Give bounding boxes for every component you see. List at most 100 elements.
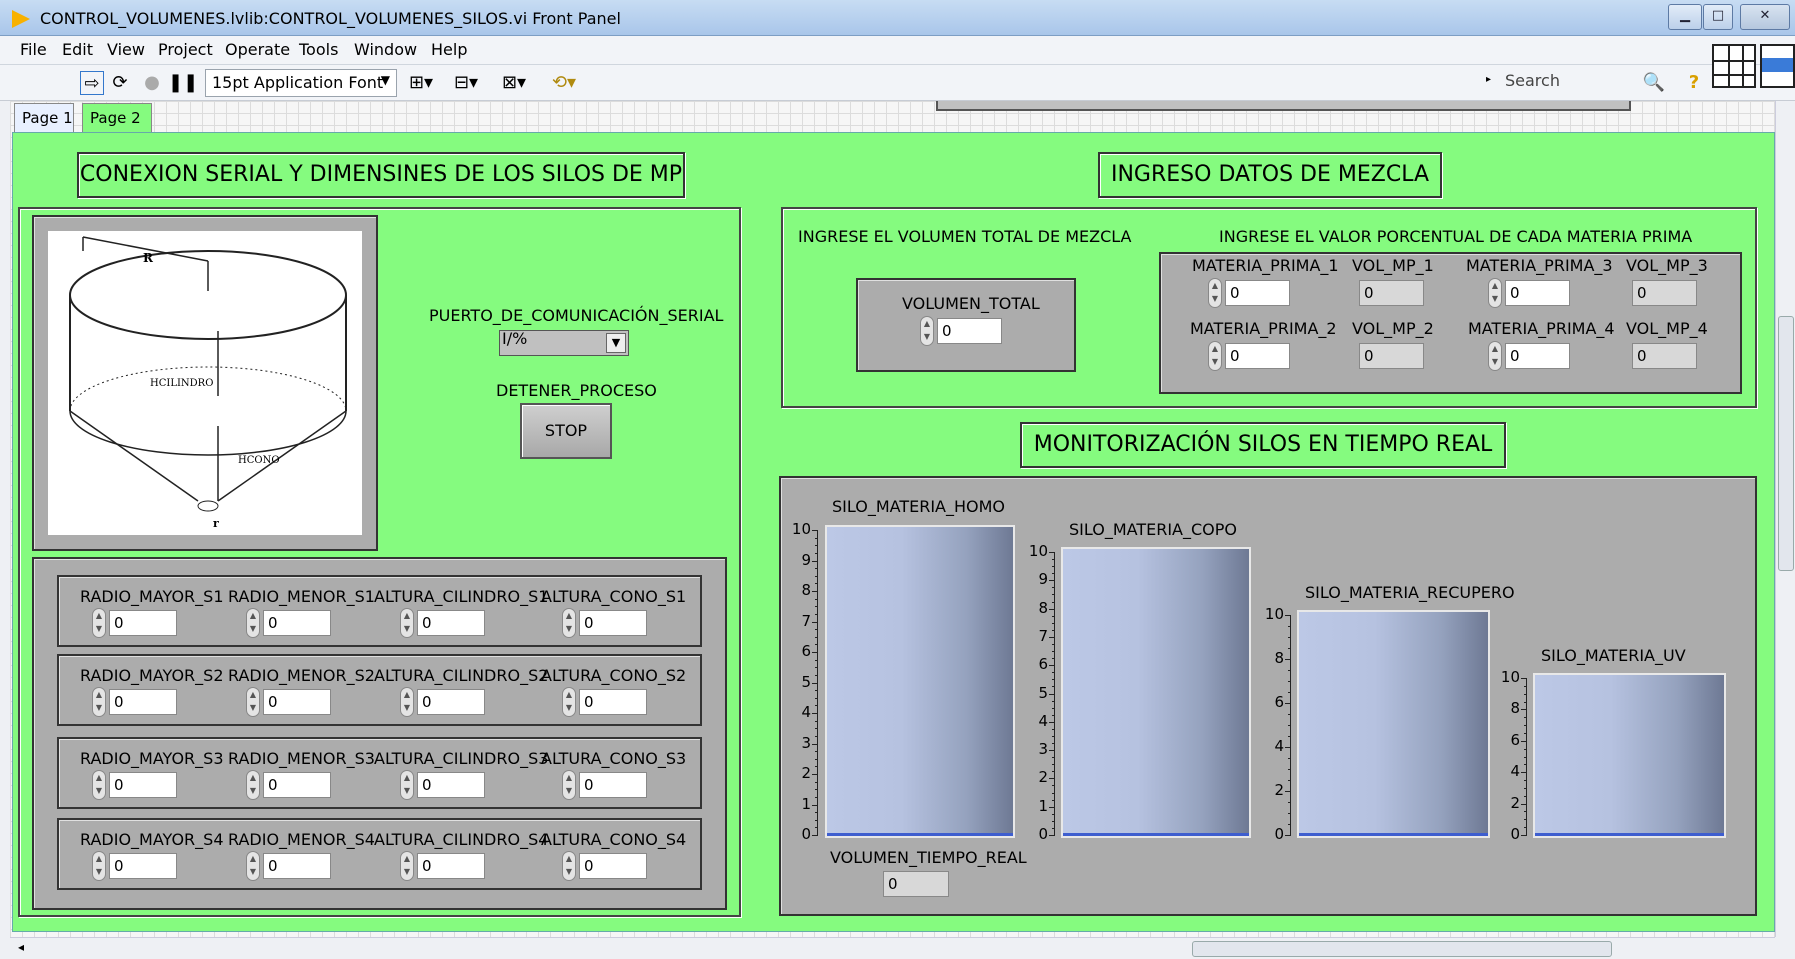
- silo-4-field-input[interactable]: 0: [263, 853, 331, 879]
- silo-1-spinner[interactable]: ▲ ▼: [400, 608, 414, 638]
- silo-4-spinner[interactable]: ▲ ▼: [400, 851, 414, 881]
- tank-3-tick: [1285, 659, 1291, 660]
- help-icon[interactable]: ?: [1682, 71, 1706, 95]
- stop-button[interactable]: STOP: [520, 403, 612, 459]
- silo-2-spinner[interactable]: ▲ ▼: [246, 687, 260, 717]
- menu-window[interactable]: Window: [354, 40, 417, 59]
- materia-prima-3-input[interactable]: 0: [1505, 280, 1570, 306]
- menu-file[interactable]: File: [20, 40, 47, 59]
- silo-3-field-input[interactable]: 0: [417, 772, 485, 798]
- serial-port-select[interactable]: I/% ▼: [499, 329, 629, 356]
- menu-project[interactable]: Project: [158, 40, 213, 59]
- silo-1-field-input[interactable]: 0: [417, 610, 485, 636]
- scroll-left-icon[interactable]: ◂: [18, 940, 24, 954]
- menu-view[interactable]: View: [107, 40, 145, 59]
- menu-edit[interactable]: Edit: [62, 40, 93, 59]
- silo-3-spinner[interactable]: ▲ ▼: [246, 770, 260, 800]
- silo-2-field-input[interactable]: 0: [579, 689, 647, 715]
- tank-2-minor-tick: [1052, 623, 1055, 624]
- materia-prima-2-input[interactable]: 0: [1225, 343, 1290, 369]
- silo-1-spinner[interactable]: ▲ ▼: [246, 608, 260, 638]
- tank-1-tick-label: 4: [801, 703, 811, 721]
- tank-4-minor-tick: [1524, 702, 1527, 703]
- materia-prima-1-input[interactable]: 0: [1225, 280, 1290, 306]
- silo-1-field-input[interactable]: 0: [579, 610, 647, 636]
- silo-1-field-input[interactable]: 0: [109, 610, 177, 636]
- tank-2-name: SILO_MATERIA_COPO: [1069, 520, 1237, 539]
- tank-2-tick: [1049, 835, 1055, 836]
- silo-3-spinner[interactable]: ▲ ▼: [400, 770, 414, 800]
- reorder-icon[interactable]: ⟲▾: [548, 71, 580, 95]
- abort-icon[interactable]: ●: [140, 71, 164, 95]
- silo-2-field-label: RADIO_MAYOR_S2: [80, 666, 224, 685]
- menu-help[interactable]: Help: [431, 40, 467, 59]
- silo-4-field-input[interactable]: 0: [417, 853, 485, 879]
- materia-prima-1-spinner[interactable]: ▲ ▼: [1208, 278, 1222, 308]
- silo-4-field-input[interactable]: 0: [579, 853, 647, 879]
- silo-4-spinner[interactable]: ▲ ▼: [92, 851, 106, 881]
- distribute-objects-icon[interactable]: ⊟▾: [450, 71, 482, 95]
- font-select[interactable]: 15pt Application Font ▼: [205, 69, 397, 97]
- silo-4-spinner[interactable]: ▲ ▼: [562, 851, 576, 881]
- silo-3-spinner[interactable]: ▲ ▼: [562, 770, 576, 800]
- vertical-scrollbar[interactable]: [1775, 101, 1795, 937]
- chevron-down-icon[interactable]: ▼: [606, 333, 626, 353]
- silo-1-spinner[interactable]: ▲ ▼: [92, 608, 106, 638]
- vertical-scroll-thumb[interactable]: [1778, 316, 1794, 571]
- tank-1-tick-label: 6: [801, 642, 811, 660]
- tank-2-tick-label: 10: [1028, 542, 1048, 560]
- tank-1-minor-tick: [815, 759, 818, 760]
- silo-2-field-input[interactable]: 0: [263, 689, 331, 715]
- pause-icon[interactable]: ❚❚: [168, 71, 198, 95]
- tank-4-tick: [1521, 835, 1527, 836]
- vol-total-input[interactable]: 0: [937, 318, 1002, 344]
- search-icon[interactable]: 🔍: [1642, 71, 1666, 95]
- materia-prima-3-spinner[interactable]: ▲ ▼: [1488, 278, 1502, 308]
- tab-page-2[interactable]: Page 2: [82, 103, 152, 135]
- silo-3-field-input[interactable]: 0: [263, 772, 331, 798]
- align-objects-icon[interactable]: ⊞▾: [405, 71, 437, 95]
- tank-1-tick-label: 2: [801, 764, 811, 782]
- vol-total-spinner[interactable]: ▲ ▼: [920, 316, 934, 346]
- silo-4-spinner[interactable]: ▲ ▼: [246, 851, 260, 881]
- run-arrow-icon[interactable]: ⇨: [80, 71, 104, 95]
- materia-prima-4-input[interactable]: 0: [1505, 343, 1570, 369]
- silo-1-field-input[interactable]: 0: [263, 610, 331, 636]
- silo-1-spinner[interactable]: ▲ ▼: [562, 608, 576, 638]
- tank-2-minor-tick: [1052, 651, 1055, 652]
- tank-4-tick: [1521, 804, 1527, 805]
- tank-2-minor-tick: [1052, 708, 1055, 709]
- minimize-icon[interactable]: ▁: [1668, 4, 1702, 30]
- silo-3-field-input[interactable]: 0: [109, 772, 177, 798]
- tank-2-tick-label: 8: [1038, 599, 1048, 617]
- tank-1-minor-tick: [815, 789, 818, 790]
- tank-2-minor-tick: [1052, 785, 1055, 786]
- silo-3-spinner[interactable]: ▲ ▼: [92, 770, 106, 800]
- run-continuously-icon[interactable]: ⟳: [108, 71, 132, 95]
- tank-4-minor-tick: [1524, 819, 1527, 820]
- silo-3-field-input[interactable]: 0: [579, 772, 647, 798]
- close-icon[interactable]: ✕: [1740, 4, 1790, 30]
- tab-page-1[interactable]: Page 1: [14, 103, 74, 133]
- resize-objects-icon[interactable]: ⊠▾: [498, 71, 530, 95]
- silo-2-spinner[interactable]: ▲ ▼: [400, 687, 414, 717]
- menu-tools[interactable]: Tools: [299, 40, 338, 59]
- materia-prima-4-spinner[interactable]: ▲ ▼: [1488, 341, 1502, 371]
- menu-operate[interactable]: Operate: [225, 40, 290, 59]
- tank-2-minor-tick: [1052, 566, 1055, 567]
- silo-4-field-input[interactable]: 0: [109, 853, 177, 879]
- tank-1-minor-tick: [815, 675, 818, 676]
- silo-2-field-input[interactable]: 0: [417, 689, 485, 715]
- maximize-icon[interactable]: □: [1703, 4, 1733, 30]
- silo-2-spinner[interactable]: ▲ ▼: [562, 687, 576, 717]
- vol-mp-2-label: VOL_MP_2: [1352, 319, 1434, 338]
- silo-2-spinner[interactable]: ▲ ▼: [92, 687, 106, 717]
- tank-2-minor-tick: [1052, 701, 1055, 702]
- materia-prima-2-spinner[interactable]: ▲ ▼: [1208, 341, 1222, 371]
- horizontal-scrollbar[interactable]: ◂: [10, 937, 1775, 959]
- horizontal-scroll-thumb[interactable]: [1192, 941, 1612, 957]
- vol-mp-3-indicator: 0: [1632, 280, 1697, 306]
- silo-2-field-input[interactable]: 0: [109, 689, 177, 715]
- vol-real-label: VOLUMEN_TIEMPO_REAL: [830, 848, 1027, 867]
- tank-1-minor-tick: [815, 721, 818, 722]
